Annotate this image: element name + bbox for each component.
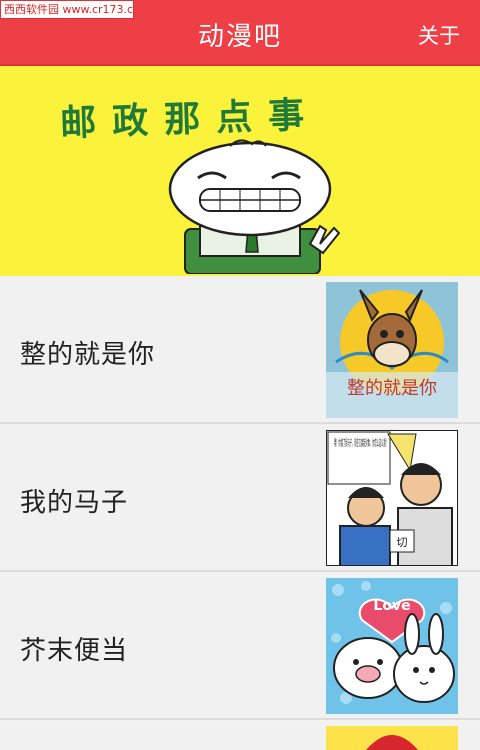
- list-item-title: 整的就是你: [20, 340, 156, 370]
- list-item-thumbnail: 整的就是你: [326, 282, 458, 418]
- comic-list: 整的就是你 整的就是你 我的马子 喂！你搞了我马子，现在又: [0, 276, 480, 720]
- list-item[interactable]: 我的马子 喂！你搞了我马子，现在又搞我对象，你怎么这么猥！ 切: [0, 424, 480, 572]
- thumbnail-speech: 喂！你搞了我马子，现在又搞我对象，你怎么这么猥！: [334, 437, 388, 449]
- list-item-title: 芥末便当: [20, 636, 129, 666]
- banner-carousel[interactable]: 邮政那点事: [0, 66, 480, 276]
- page-title: 动漫吧: [197, 22, 282, 52]
- thumbnail-caption: 整的就是你: [347, 378, 437, 399]
- list-item-title: 我的马子: [20, 488, 129, 518]
- thumbnail-reply: 切: [397, 536, 408, 549]
- list-item-thumbnail: 喂！你搞了我马子，现在又搞我对象，你怎么这么猥！ 切: [326, 430, 458, 566]
- list-item-thumbnail: Love: [326, 578, 458, 714]
- about-button[interactable]: 关于: [418, 20, 460, 50]
- list-item[interactable]: [0, 724, 480, 750]
- thumbnail-caption: Love: [373, 598, 410, 614]
- list-item[interactable]: 芥末便当 Love: [0, 572, 480, 720]
- watermark: 西西软件园 www.cr173.com: [0, 0, 134, 19]
- list-item-thumbnail: [326, 726, 458, 750]
- banner-cartoon-image: [168, 139, 340, 274]
- list-item[interactable]: 整的就是你 整的就是你: [0, 276, 480, 424]
